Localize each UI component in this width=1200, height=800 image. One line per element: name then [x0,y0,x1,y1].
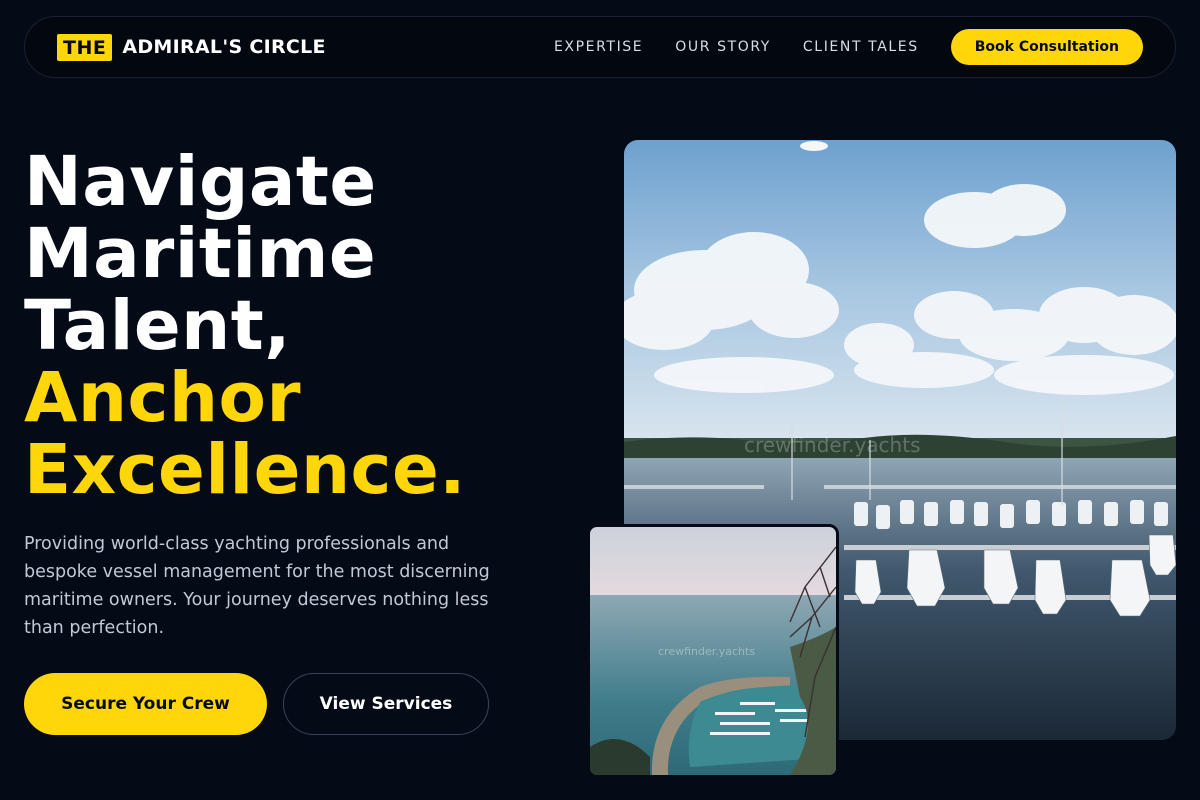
view-services-button[interactable]: View Services [283,673,489,735]
headline-line: Talent, [24,286,292,366]
headline-line: Maritime [24,214,377,294]
book-consultation-button[interactable]: Book Consultation [950,29,1143,65]
nav-link-our-story[interactable]: OUR STORY [675,39,771,55]
nav-link-expertise[interactable]: EXPERTISE [554,39,643,55]
watermark: crewfinder.yachts [658,645,755,658]
brand-badge: THE [57,33,113,61]
nav-links: EXPERTISE OUR STORY CLIENT TALES Book Co… [554,29,1143,65]
nav-link-client-tales[interactable]: CLIENT TALES [803,39,919,55]
brand-name: ADMIRAL'S CIRCLE [122,36,326,58]
watermark: crewfinder.yachts [744,433,920,457]
top-nav: THE ADMIRAL'S CIRCLE EXPERTISE OUR STORY… [24,16,1176,78]
brand-logo[interactable]: THE ADMIRAL'S CIRCLE [57,33,326,61]
hero-headline: Navigate Maritime Talent, Anchor Excelle… [24,146,466,506]
headline-accent-line: Excellence. [24,430,466,510]
hero-description: Providing world-class yachting professio… [24,534,490,638]
headline-line: Navigate [24,142,377,222]
headline-accent-line: Anchor [24,358,301,438]
harbor-aerial-photo: crewfinder.yachts [587,524,839,778]
secure-your-crew-button[interactable]: Secure Your Crew [24,673,267,735]
